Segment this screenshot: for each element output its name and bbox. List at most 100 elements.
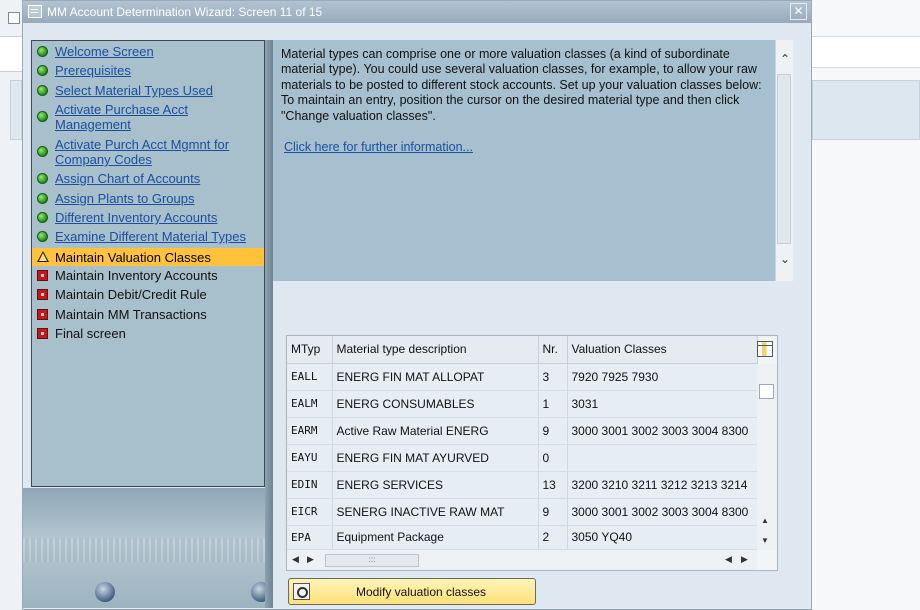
cell-valuation-classes[interactable]: 3200 3210 3211 3212 3213 3214 — [567, 471, 758, 499]
panel-divider — [265, 40, 273, 608]
column-header-nr[interactable]: Nr. — [538, 336, 568, 364]
cell-description[interactable]: ENERG FIN MAT ALLOPAT — [332, 363, 539, 391]
column-header-description[interactable]: Material type description — [332, 336, 539, 364]
table-row[interactable]: EICR SENERG INACTIVE RAW MAT 9 3000 3001… — [287, 498, 758, 526]
step-complete-icon — [37, 46, 48, 57]
cell-nr[interactable]: 2 — [538, 525, 568, 550]
scroll-right-arrow-icon[interactable]: ▶ — [741, 554, 748, 565]
button-label: Modify valuation classes — [355, 585, 487, 599]
step-activate-purch-acct-company-codes[interactable]: Activate Purch Acct Mgmnt for Company Co… — [32, 137, 264, 167]
cell-description[interactable]: SENERG INACTIVE RAW MAT — [332, 498, 539, 526]
cell-mtyp[interactable]: EARM — [287, 417, 333, 445]
cell-mtyp[interactable]: EICR — [287, 498, 333, 526]
scrollbar-thumb[interactable] — [777, 74, 791, 244]
background-panel-right — [812, 80, 920, 140]
valuation-classes-table: MTyp Material type description Nr. Valua… — [286, 335, 778, 571]
decorative-ball — [95, 582, 115, 602]
scroll-up-arrow-icon[interactable]: ▲ — [761, 516, 769, 525]
cell-valuation-classes[interactable]: 3000 3001 3002 3003 3004 8300 — [567, 417, 758, 445]
scroll-left-arrow-icon[interactable]: ◀ — [725, 554, 732, 565]
info-scrollbar[interactable]: ⌃ ⌄ — [775, 40, 793, 281]
step-pending-icon — [37, 309, 48, 320]
cell-description[interactable]: ENERG CONSUMABLES — [332, 390, 539, 418]
table-row[interactable]: EALM ENERG CONSUMABLES 1 3031 — [287, 390, 758, 418]
step-select-material-types[interactable]: Select Material Types Used — [32, 83, 264, 98]
step-label[interactable]: Welcome Screen — [55, 44, 262, 59]
step-label: Maintain Debit/Credit Rule — [55, 287, 207, 302]
column-header-valuation-classes[interactable]: Valuation Classes — [567, 336, 758, 364]
cell-description[interactable]: Active Raw Material ENERG — [332, 417, 539, 445]
wizard-steps-panel: Welcome Screen Prerequisites Select Mate… — [31, 40, 265, 487]
cell-nr[interactable]: 0 — [538, 444, 568, 472]
chevron-up-icon[interactable]: ⌃ — [778, 52, 792, 66]
table-row[interactable]: EARM Active Raw Material ENERG 9 3000 30… — [287, 417, 758, 445]
step-complete-icon — [37, 65, 48, 76]
step-label[interactable]: Maintain Valuation Classes — [55, 250, 262, 265]
dialog-titlebar[interactable]: MM Account Determination Wizard: Screen … — [23, 1, 811, 23]
cell-valuation-classes[interactable]: 3031 — [567, 390, 758, 418]
cell-mtyp[interactable]: EAYU — [287, 444, 333, 472]
cell-description[interactable]: Equipment Package — [332, 525, 539, 550]
info-pane: Material types can comprise one or more … — [273, 40, 775, 281]
cell-nr[interactable]: 3 — [538, 363, 568, 391]
scroll-left-arrow-icon[interactable]: ◀ — [292, 554, 299, 565]
cell-valuation-classes[interactable] — [567, 444, 758, 472]
background-panel — [10, 80, 22, 140]
table-row[interactable]: EAYU ENERG FIN MAT AYURVED 0 — [287, 444, 758, 472]
step-label[interactable]: Select Material Types Used — [55, 83, 262, 98]
scrollbar-thumb[interactable] — [759, 384, 774, 399]
step-label[interactable]: Prerequisites — [55, 63, 262, 78]
step-complete-icon — [37, 85, 48, 96]
scroll-down-arrow-icon[interactable]: ▼ — [761, 536, 769, 545]
cell-mtyp[interactable]: EPA — [287, 525, 333, 550]
table-row[interactable]: EDIN ENERG SERVICES 13 3200 3210 3211 32… — [287, 471, 758, 499]
cell-description[interactable]: ENERG FIN MAT AYURVED — [332, 444, 539, 472]
cell-nr[interactable]: 9 — [538, 498, 568, 526]
table-row[interactable]: EPA Equipment Package 2 3050 YQ40 — [287, 525, 758, 550]
step-maintain-valuation-classes[interactable]: Maintain Valuation Classes — [32, 248, 264, 266]
step-label[interactable]: Activate Purchase Acct Management — [55, 102, 262, 132]
background-toolbar-right — [812, 36, 920, 68]
step-assign-plants-to-groups[interactable]: Assign Plants to Groups — [32, 191, 264, 206]
cell-valuation-classes[interactable]: 3000 3001 3002 3003 3004 8300 — [567, 498, 758, 526]
step-activate-purchase-acct[interactable]: Activate Purchase Acct Management — [32, 102, 264, 132]
wizard-window-icon — [28, 5, 42, 18]
cell-valuation-classes[interactable]: 3050 YQ40 — [567, 525, 758, 550]
scrollbar-thumb[interactable]: ::: — [325, 554, 419, 567]
cell-mtyp[interactable]: EALM — [287, 390, 333, 418]
cell-mtyp[interactable]: EALL — [287, 363, 333, 391]
close-button[interactable]: ✕ — [790, 3, 807, 20]
modify-valuation-classes-button[interactable]: Modify valuation classes — [288, 578, 536, 605]
cell-description[interactable]: ENERG SERVICES — [332, 471, 539, 499]
step-different-inventory-accounts[interactable]: Different Inventory Accounts — [32, 210, 264, 225]
step-label[interactable]: Different Inventory Accounts — [55, 210, 262, 225]
step-complete-icon — [37, 193, 48, 204]
table-row[interactable]: EALL ENERG FIN MAT ALLOPAT 3 7920 7925 7… — [287, 363, 758, 391]
warning-icon — [37, 251, 49, 262]
step-examine-material-types[interactable]: Examine Different Material Types — [32, 229, 264, 244]
column-settings-icon[interactable] — [757, 341, 773, 357]
step-label[interactable]: Activate Purch Acct Mgmnt for Company Co… — [55, 137, 262, 167]
chevron-down-icon[interactable]: ⌄ — [778, 252, 792, 266]
step-label[interactable]: Examine Different Material Types — [55, 229, 262, 244]
step-prerequisites[interactable]: Prerequisites — [32, 63, 264, 78]
step-maintain-debit-credit-rule: Maintain Debit/Credit Rule — [32, 287, 264, 302]
cell-nr[interactable]: 13 — [538, 471, 568, 499]
step-pending-icon — [37, 289, 48, 300]
cell-nr[interactable]: 9 — [538, 417, 568, 445]
table-vertical-scrollbar[interactable]: ▲ ▼ — [757, 364, 777, 550]
step-welcome-screen[interactable]: Welcome Screen — [32, 44, 264, 59]
scroll-right-arrow-icon[interactable]: ▶ — [307, 554, 314, 565]
step-label: Maintain Inventory Accounts — [55, 268, 218, 283]
cell-nr[interactable]: 1 — [538, 390, 568, 418]
table-horizontal-scrollbar[interactable]: ◀ ▶ ::: ◀ ▶ — [287, 550, 757, 570]
step-label[interactable]: Assign Chart of Accounts — [55, 171, 262, 186]
step-label[interactable]: Assign Plants to Groups — [55, 191, 262, 206]
cell-valuation-classes[interactable]: 7920 7925 7930 — [567, 363, 758, 391]
step-complete-icon — [37, 111, 48, 122]
step-label: Final screen — [55, 326, 126, 341]
further-information-link[interactable]: Click here for further information... — [284, 140, 473, 154]
column-header-mtyp[interactable]: MTyp — [287, 336, 333, 364]
step-assign-chart-of-accounts[interactable]: Assign Chart of Accounts — [32, 171, 264, 186]
cell-mtyp[interactable]: EDIN — [287, 471, 333, 499]
